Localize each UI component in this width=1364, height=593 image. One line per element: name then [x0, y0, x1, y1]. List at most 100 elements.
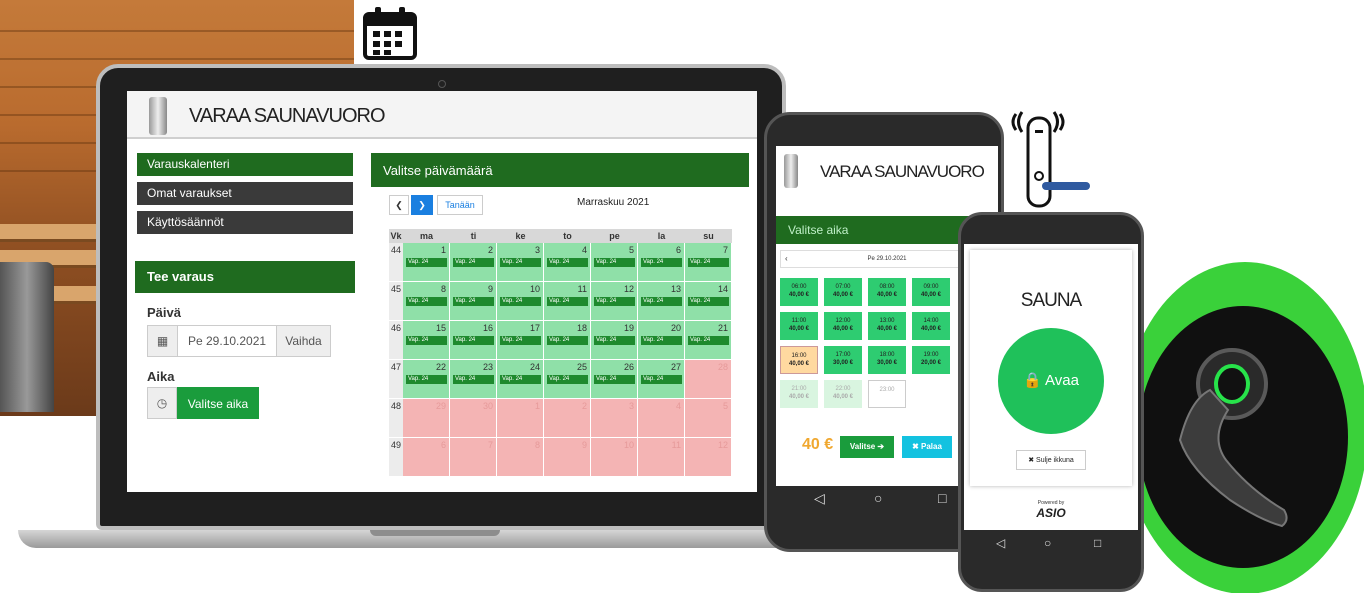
day-cell[interactable]: 20 Vap. 24	[638, 321, 685, 360]
day-label: Päivä	[147, 305, 181, 320]
time-slot[interactable]: 13:00 40,00 €	[868, 312, 906, 340]
slot-time: 06:00	[791, 284, 807, 290]
marketing-composite: VARAA SAUNAVUORO Varauskalenteri Omat va…	[0, 0, 1364, 593]
day-number: 9	[581, 440, 587, 450]
day-cell[interactable]: 11 Vap. 24	[544, 282, 591, 321]
day-number: 3	[628, 401, 634, 411]
availability-tag: Vap. 24	[547, 258, 588, 267]
day-field[interactable]: Pe 29.10.2021	[188, 326, 266, 356]
phone-app-title: VARAA SAUNAVUORO	[820, 162, 985, 181]
day-number: 25	[576, 362, 587, 372]
availability-tag: Vap. 24	[688, 297, 729, 306]
choose-time-button[interactable]: Valitse aika	[177, 387, 259, 419]
time-slot[interactable]: 17:00 30,00 €	[824, 346, 862, 374]
day-input-group: ▦ Pe 29.10.2021 Vaihda	[147, 325, 331, 357]
time-slot: 22:00 40,00 €	[824, 380, 862, 408]
day-cell[interactable]: 12 Vap. 24	[591, 282, 638, 321]
slot-price: 40,00 €	[788, 292, 810, 298]
close-window-button[interactable]: ✖ Sulje ikkuna	[1016, 450, 1086, 470]
day-cell[interactable]: 25 Vap. 24	[544, 360, 591, 399]
nav-home-icon[interactable]: ○	[1044, 536, 1051, 550]
date-prev-button[interactable]: ‹	[785, 254, 788, 263]
day-cell[interactable]: 1 Vap. 24	[403, 243, 450, 282]
day-cell[interactable]: 2 Vap. 24	[450, 243, 497, 282]
availability-tag: Vap. 24	[406, 336, 447, 345]
back-button[interactable]: ✖ Palaa	[902, 436, 952, 458]
time-slot[interactable]: 07:00 40,00 €	[824, 278, 862, 306]
time-slot: 23:00	[868, 380, 906, 408]
availability-tag: Vap. 24	[641, 297, 682, 306]
smart-lock-icon	[1011, 111, 1090, 208]
prev-month-button[interactable]: ❮	[389, 195, 409, 215]
next-month-button[interactable]: ❯	[411, 195, 433, 215]
slot-time: 18:00	[879, 352, 895, 358]
day-cell: 5	[685, 399, 732, 438]
day-cell[interactable]: 17 Vap. 24	[497, 321, 544, 360]
menu-item-omat-varaukset[interactable]: Omat varaukset	[137, 182, 353, 205]
day-cell[interactable]: 3 Vap. 24	[497, 243, 544, 282]
door-handle-icon	[1178, 348, 1288, 528]
time-slot[interactable]: 11:00 40,00 €	[780, 312, 818, 340]
month-grid: Vk ma ti ke to pe la su 44 1 Vap. 24 2 Vap. 24 3 Vap. …	[389, 229, 739, 481]
slot-price: 40,00 €	[832, 394, 854, 400]
day-number: 15	[435, 323, 446, 333]
availability-tag: Vap. 24	[453, 297, 494, 306]
menu-item-varauskalenteri[interactable]: Varauskalenteri	[137, 153, 353, 176]
day-cell[interactable]: 19 Vap. 24	[591, 321, 638, 360]
day-cell[interactable]: 8 Vap. 24	[403, 282, 450, 321]
asio-logo: ASIO	[1036, 506, 1066, 520]
day-number: 18	[576, 323, 587, 333]
day-cell[interactable]: 7 Vap. 24	[685, 243, 732, 282]
day-cell[interactable]: 27 Vap. 24	[638, 360, 685, 399]
day-cell[interactable]: 26 Vap. 24	[591, 360, 638, 399]
select-button[interactable]: Valitse ➔	[840, 436, 894, 458]
day-cell[interactable]: 15 Vap. 24	[403, 321, 450, 360]
day-cell: 4	[638, 399, 685, 438]
slot-time: 13:00	[879, 318, 895, 324]
day-cell[interactable]: 14 Vap. 24	[685, 282, 732, 321]
day-cell: 1	[497, 399, 544, 438]
menu-item-kayttosaannot[interactable]: Käyttösäännöt	[137, 211, 353, 234]
time-slot[interactable]: 09:00 40,00 €	[912, 278, 950, 306]
time-slot: 21:00 40,00 €	[780, 380, 818, 408]
time-slot[interactable]: 18:00 30,00 €	[868, 346, 906, 374]
time-slot[interactable]: 06:00 40,00 €	[780, 278, 818, 306]
slot-price: 40,00 €	[788, 326, 810, 332]
day-cell: 10	[591, 438, 638, 477]
day-number: 4	[675, 401, 681, 411]
day-number: 1	[534, 401, 540, 411]
sauna-title: SAUNA	[1020, 290, 1082, 311]
day-cell[interactable]: 22 Vap. 24	[403, 360, 450, 399]
nav-back-icon[interactable]: ◁	[814, 490, 825, 507]
nav-recent-icon[interactable]: □	[938, 490, 946, 506]
day-cell[interactable]: 9 Vap. 24	[450, 282, 497, 321]
day-number: 12	[717, 440, 728, 450]
time-slot[interactable]: 19:00 20,00 €	[912, 346, 950, 374]
time-slot[interactable]: 08:00 40,00 €	[868, 278, 906, 306]
change-day-button[interactable]: Vaihda	[276, 326, 330, 356]
availability-tag: Vap. 24	[406, 297, 447, 306]
day-number: 7	[487, 440, 493, 450]
nav-recent-icon[interactable]: □	[1094, 536, 1101, 550]
day-cell[interactable]: 13 Vap. 24	[638, 282, 685, 321]
nav-back-icon[interactable]: ◁	[996, 536, 1005, 550]
open-lock-button[interactable]: 🔒 Avaa	[998, 328, 1104, 434]
day-cell[interactable]: 16 Vap. 24	[450, 321, 497, 360]
nav-home-icon[interactable]: ○	[874, 490, 882, 506]
week-number: 45	[389, 282, 403, 321]
day-number: 22	[435, 362, 446, 372]
time-slot[interactable]: 16:00 40,00 €	[780, 346, 818, 374]
day-cell[interactable]: 24 Vap. 24	[497, 360, 544, 399]
slot-time: 11:00	[791, 318, 807, 324]
day-cell[interactable]: 18 Vap. 24	[544, 321, 591, 360]
day-cell[interactable]: 4 Vap. 24	[544, 243, 591, 282]
time-slot[interactable]: 14:00 40,00 €	[912, 312, 950, 340]
time-slot[interactable]: 12:00 40,00 €	[824, 312, 862, 340]
day-cell[interactable]: 5 Vap. 24	[591, 243, 638, 282]
day-cell[interactable]: 23 Vap. 24	[450, 360, 497, 399]
today-button[interactable]: Tanään	[437, 195, 483, 215]
day-cell[interactable]: 6 Vap. 24	[638, 243, 685, 282]
day-cell[interactable]: 21 Vap. 24	[685, 321, 732, 360]
slot-time: 22:00	[835, 386, 851, 392]
day-cell[interactable]: 10 Vap. 24	[497, 282, 544, 321]
